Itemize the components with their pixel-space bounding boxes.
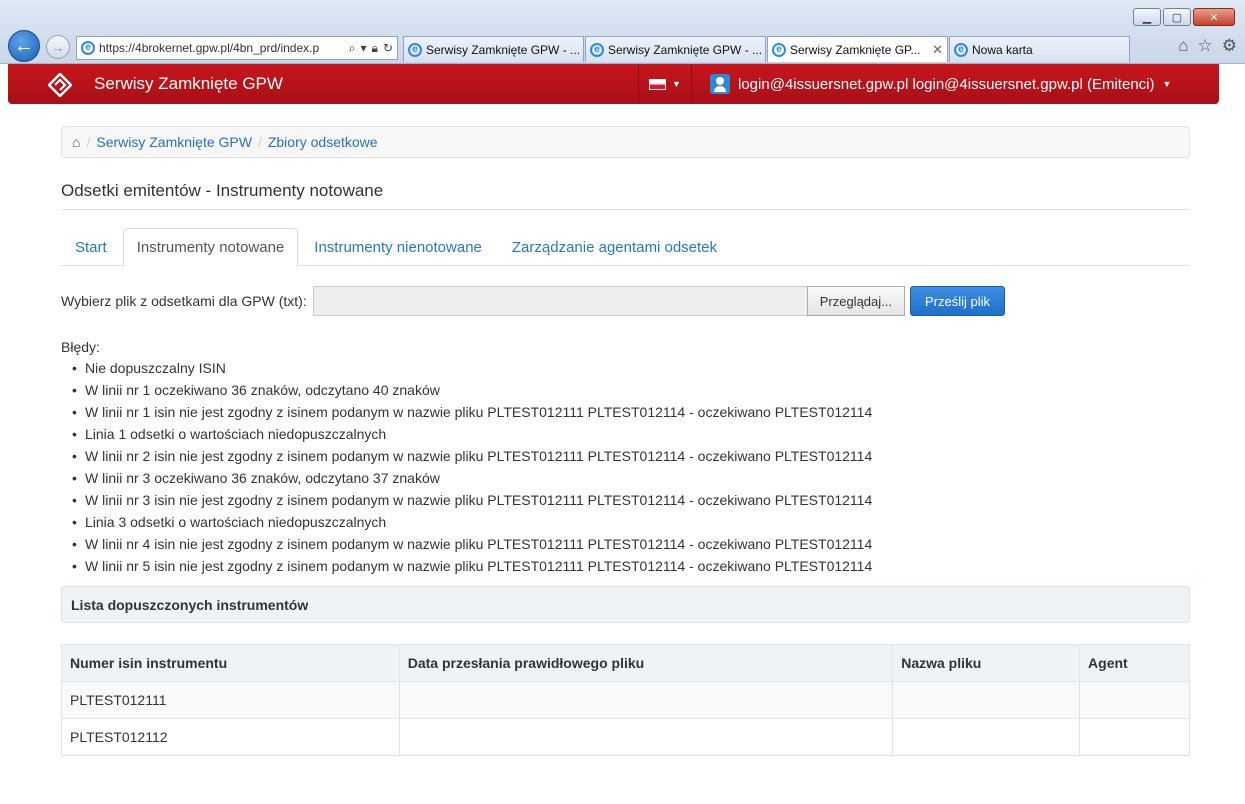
browser-tab-new[interactable]: e Nowa karta [949,36,1130,62]
errors-list: Nie dopuszczalny ISIN W linii nr 1 oczek… [61,357,1190,577]
table-row: PLTEST012111 [61,681,1190,719]
column-header: Nazwa pliku [892,644,1081,682]
error-item: Linia 1 odsetki o wartościach niedopuszc… [72,423,1190,445]
favorites-star-icon[interactable]: ☆ [1198,36,1213,56]
table-header-row: Numer isin instrumentu Data przesłania p… [61,644,1190,682]
minimize-icon[interactable]: ▁ [1133,8,1161,26]
table-cell [1079,681,1190,719]
error-item: W linii nr 5 isin nie jest zgodny z isin… [72,555,1190,577]
browser-tab-label: Serwisy Zamknięte GPW - ... [608,42,761,57]
breadcrumb-separator: / [257,134,262,150]
address-url[interactable]: https://4brokernet.gpw.pl/4bn_prd/index.… [99,41,345,55]
language-selector[interactable]: ▼ [638,64,692,104]
ie-icon: e [81,41,95,55]
tab-instrumenty-nienotowane[interactable]: Instrumenty nienotowane [300,228,496,266]
user-icon [710,74,730,94]
address-bar[interactable]: e https://4brokernet.gpw.pl/4bn_prd/inde… [76,36,398,60]
table-cell [892,681,1081,719]
window-controls: ▁ ▢ ✕ [1133,8,1235,26]
app-header: Serwisy Zamknięte GPW ▼ login@4issuersne… [8,64,1219,104]
column-header: Numer isin instrumentu [61,644,400,682]
refresh-icon[interactable]: ↻ [383,41,393,56]
instruments-table: Numer isin instrumentu Data przesłania p… [61,644,1190,756]
app-title[interactable]: Serwisy Zamknięte GPW [94,74,283,94]
dropdown-icon[interactable]: ▾ [361,41,367,56]
column-header: Agent [1079,644,1190,682]
browser-tab-label: Serwisy Zamknięte GP... [790,42,921,57]
table-cell: PLTEST012112 [61,718,400,756]
browser-tab-label: Nowa karta [972,42,1033,57]
error-item: Nie dopuszczalny ISIN [72,357,1190,379]
ie-icon: e [772,42,786,57]
table-cell [1079,718,1190,756]
table-cell [398,718,894,756]
tab-bar: Start Instrumenty notowane Instrumenty n… [61,228,1190,267]
caret-down-icon: ▼ [672,79,681,89]
error-item: W linii nr 3 isin nie jest zgodny z isin… [72,489,1190,511]
tab-start[interactable]: Start [61,228,121,266]
upload-label: Wybierz plik z odsetkami dla GPW (txt): [61,293,307,309]
breadcrumb-item[interactable]: Zbiory odsetkowe [268,134,378,150]
error-item: Linia 3 odsetki o wartościach niedopuszc… [72,511,1190,533]
browser-tab-label: Serwisy Zamknięte GPW - ... [426,42,579,57]
maximize-icon[interactable]: ▢ [1163,8,1191,26]
tab-instrumenty-notowane[interactable]: Instrumenty notowane [122,228,299,267]
table-row: PLTEST012112 [61,718,1190,756]
submit-file-button[interactable]: Prześlij plik [909,286,1005,316]
browser-tab-active[interactable]: e Serwisy Zamknięte GP... ✕ [767,36,948,62]
home-icon[interactable]: ⌂ [72,134,80,150]
panel-heading: Lista dopuszczonych instrumentów [61,586,1190,623]
close-window-icon[interactable]: ✕ [1193,8,1235,26]
error-item: W linii nr 1 isin nie jest zgodny z isin… [72,401,1190,423]
caret-down-icon: ▼ [1162,79,1172,89]
user-label: login@4issuersnet.gpw.pl login@4issuersn… [738,75,1155,93]
main-content: ⌂ / Serwisy Zamknięte GPW / Zbiory odset… [61,126,1190,756]
errors-section: Błędy: Nie dopuszczalny ISIN W linii nr … [61,337,1190,577]
error-item: W linii nr 1 oczekiwano 36 znaków, odczy… [72,379,1190,401]
errors-title: Błędy: [61,339,100,355]
browser-chrome: ▁ ▢ ✕ ← → e https://4brokernet.gpw.pl/4b… [0,0,1245,64]
error-item: W linii nr 3 oczekiwano 36 znaków, odczy… [72,467,1190,489]
polish-flag-icon [649,78,667,90]
browser-tab[interactable]: e Serwisy Zamknięte GPW - ... [585,36,766,62]
upload-form: Wybierz plik z odsetkami dla GPW (txt): … [61,286,1190,316]
home-icon[interactable]: ⌂ [1178,36,1188,56]
browser-tabs: e Serwisy Zamknięte GPW - ... e Serwisy … [403,36,1131,62]
browser-toolbar: ⌂ ☆ ⚙ [1178,36,1237,56]
gpw-logo-icon[interactable] [48,73,72,97]
tab-zarzadzanie-agentami[interactable]: Zarządzanie agentami odsetek [498,228,731,266]
error-item: W linii nr 2 isin nie jest zgodny z isin… [72,445,1190,467]
browser-tab[interactable]: e Serwisy Zamknięte GPW - ... [403,36,584,62]
settings-gear-icon[interactable]: ⚙ [1222,36,1237,56]
close-tab-icon[interactable]: ✕ [932,42,943,58]
forward-arrow-icon[interactable]: → [46,35,70,59]
user-menu[interactable]: login@4issuersnet.gpw.pl login@4issuersn… [710,64,1171,104]
breadcrumb: ⌂ / Serwisy Zamknięte GPW / Zbiory odset… [61,126,1190,158]
page-title: Odsetki emitentów - Instrumenty notowane [61,181,1190,210]
back-arrow-icon[interactable]: ← [8,30,40,62]
ie-icon: e [954,42,968,57]
table-cell [398,681,894,719]
table-cell [892,718,1081,756]
search-icon[interactable]: ⌕ [349,41,356,56]
browse-button[interactable]: Przeglądaj... [806,286,905,316]
ie-icon: e [590,42,604,57]
error-item: W linii nr 4 isin nie jest zgodny z isin… [72,533,1190,555]
ie-icon: e [408,42,422,57]
breadcrumb-separator: / [86,134,91,150]
column-header: Data przesłania prawidłowego pliku [398,644,894,682]
breadcrumb-item[interactable]: Serwisy Zamknięte GPW [96,134,252,150]
file-input[interactable] [312,286,807,316]
table-cell: PLTEST012111 [61,681,400,719]
lock-icon[interactable]: 🔒︎ [372,41,378,56]
